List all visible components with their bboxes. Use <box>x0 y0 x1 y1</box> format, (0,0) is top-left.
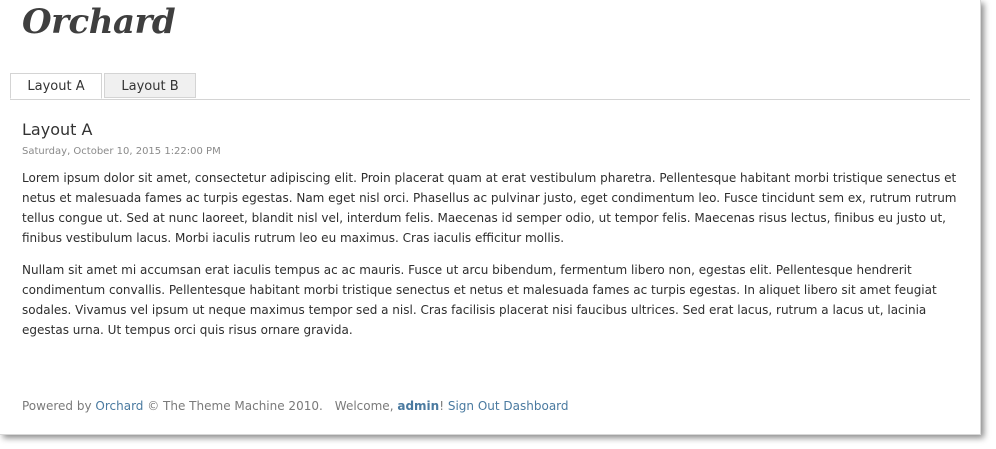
dashboard-link[interactable]: Dashboard <box>503 399 568 413</box>
page-title: Layout A <box>22 120 93 139</box>
powered-by-text: Powered by <box>22 399 92 413</box>
page-date: Saturday, October 10, 2015 1:22:00 PM <box>22 146 221 157</box>
copyright-text: © The Theme Machine 2010. <box>147 399 323 413</box>
welcome-text: Welcome, <box>334 399 394 413</box>
sign-out-link[interactable]: Sign Out <box>448 399 500 413</box>
exclaim-text: ! <box>439 399 445 413</box>
page-content: Layout A Saturday, October 10, 2015 1:22… <box>22 120 962 340</box>
site-logo[interactable]: Orchard <box>22 2 176 42</box>
footer: Powered by Orchard © The Theme Machine 2… <box>22 399 569 413</box>
tab-layout-b[interactable]: Layout B <box>104 73 196 98</box>
body-paragraph: Lorem ipsum dolor sit amet, consectetur … <box>22 171 957 245</box>
orchard-link[interactable]: Orchard <box>95 399 143 413</box>
body-paragraph: Nullam sit amet mi accumsan erat iaculis… <box>22 263 937 337</box>
user-link[interactable]: admin <box>397 399 439 413</box>
tab-layout-a[interactable]: Layout A <box>10 73 102 99</box>
browser-window: Orchard Layout A Layout B Layout A Satur… <box>0 0 981 435</box>
layout-tabs: Layout A Layout B <box>10 73 970 100</box>
